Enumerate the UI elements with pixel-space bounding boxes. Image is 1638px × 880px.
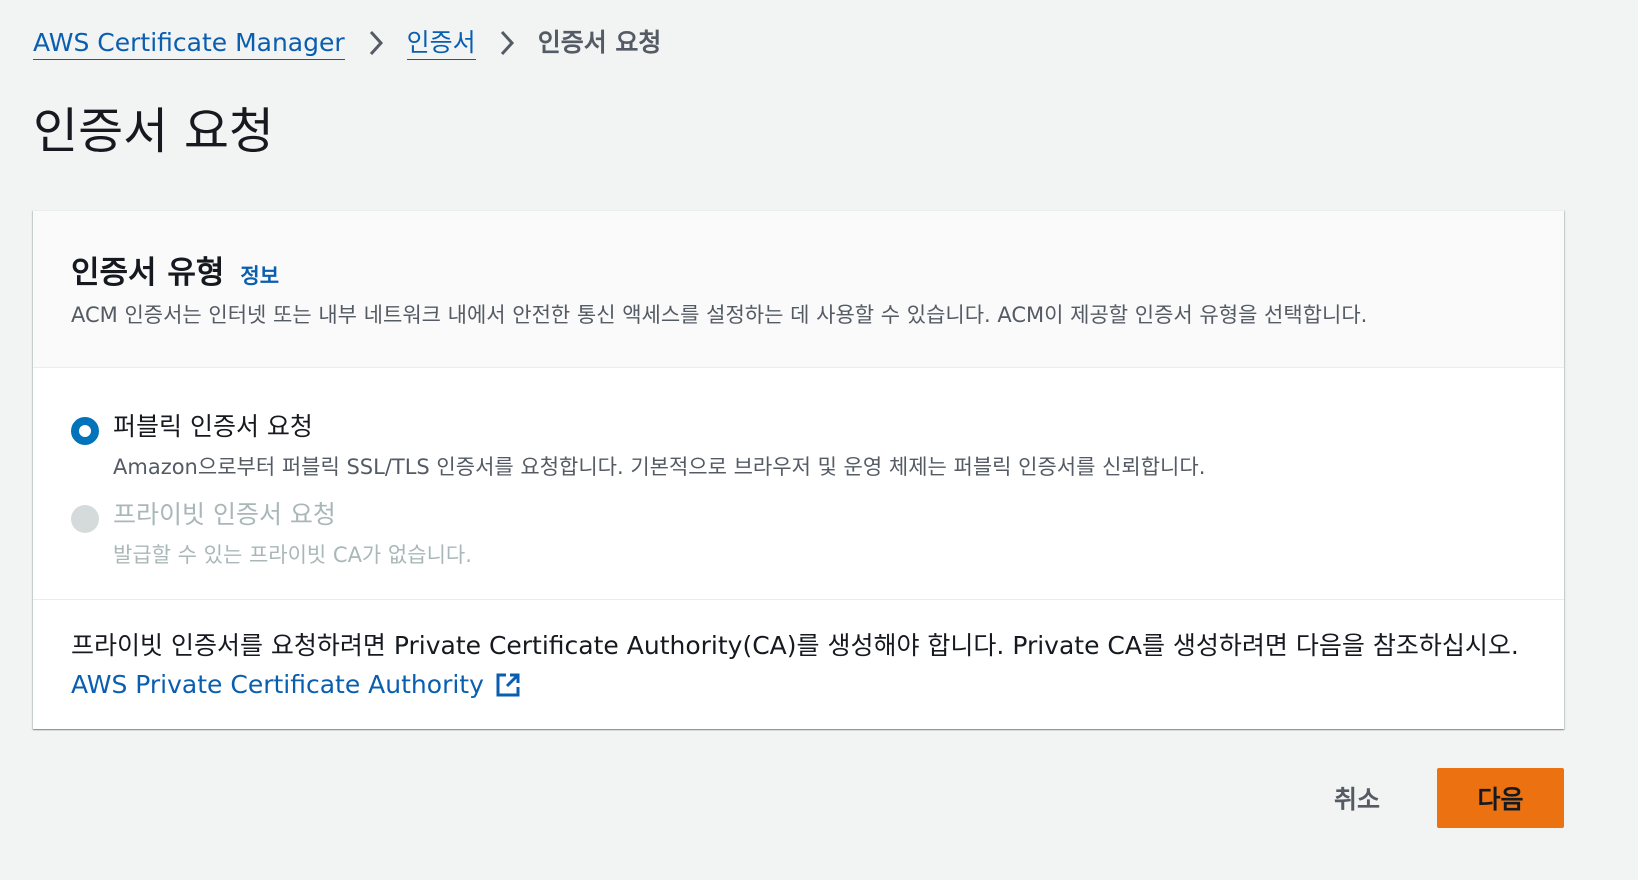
radio-label-public[interactable]: 퍼블릭 인증서 요청 [113,407,313,443]
panel-header-row: 인증서 유형 정보 [71,247,279,292]
radio-description-public: Amazon으로부터 퍼블릭 SSL/TLS 인증서를 요청합니다. 기본적으로… [113,455,1206,479]
next-button[interactable]: 다음 [1437,768,1564,828]
radio-label-private: 프라이빗 인증서 요청 [113,500,336,529]
breadcrumb-current: 인증서 요청 [537,28,662,57]
private-ca-note: 프라이빗 인증서를 요청하려면 Private Certificate Auth… [71,631,1519,660]
page-title: 인증서 요청 [33,103,274,160]
private-ca-link-label[interactable]: AWS Private Certificate Authority [71,670,484,699]
section-description: ACM 인증서는 인터넷 또는 내부 네트워크 내에서 안전한 통신 액세스를 … [71,303,1368,327]
radio-description-private: 발급할 수 있는 프라이빗 CA가 없습니다. [113,543,472,567]
cancel-button[interactable]: 취소 [1304,768,1410,828]
breadcrumb-link-certificates[interactable]: 인증서 [406,27,476,60]
radio-option-private: 프라이빗 인증서 요청 발급할 수 있는 프라이빗 CA가 없습니다. [71,489,1531,577]
chevron-right-icon [476,29,538,57]
external-link-icon [494,671,522,699]
page: AWS Certificate Manager 인증서 인증서 요청 인증서 요… [0,0,1638,880]
section-title: 인증서 유형 [71,255,225,291]
breadcrumb-link-acm[interactable]: AWS Certificate Manager [33,27,345,60]
radio-option-public[interactable]: 퍼블릭 인증서 요청 Amazon으로부터 퍼블릭 SSL/TLS 인증서를 요… [71,401,1531,489]
panel-footer: 프라이빗 인증서를 요청하려면 Private Certificate Auth… [33,599,1564,730]
radio-button-public[interactable] [71,417,99,445]
private-ca-link[interactable]: AWS Private Certificate Authority [71,670,522,699]
certificate-type-panel: 인증서 유형 정보 ACM 인증서는 인터넷 또는 내부 네트워크 내에서 안전… [33,210,1564,729]
info-link[interactable]: 정보 [240,260,279,290]
panel-header: 인증서 유형 정보 ACM 인증서는 인터넷 또는 내부 네트워크 내에서 안전… [33,211,1564,368]
certificate-type-radio-group: 퍼블릭 인증서 요청 Amazon으로부터 퍼블릭 SSL/TLS 인증서를 요… [71,401,1531,577]
chevron-right-icon [345,29,407,57]
breadcrumb: AWS Certificate Manager 인증서 인증서 요청 [33,22,661,64]
radio-button-private [71,505,99,533]
